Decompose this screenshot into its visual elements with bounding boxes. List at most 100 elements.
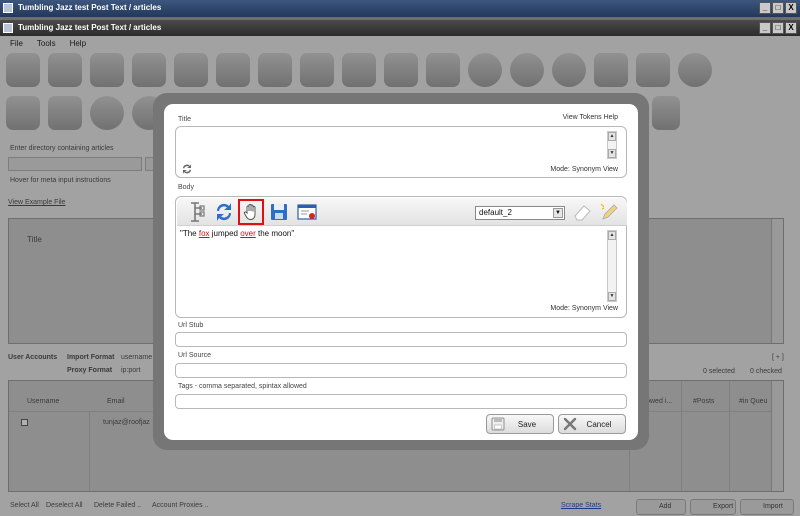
col-posts: #Posts (693, 398, 715, 405)
import-button[interactable]: Import (740, 499, 794, 515)
view-tokens-help-link[interactable]: View Tokens Help (563, 114, 618, 121)
inner-window-controls: _ □ X (759, 22, 797, 34)
circle-icon[interactable] (468, 53, 502, 87)
scroll-down-button[interactable]: ▼ (608, 292, 616, 301)
spinner-tool-icon[interactable] (185, 200, 209, 224)
hand-tool-button[interactable] (238, 199, 264, 225)
title-mode-text[interactable]: Mode: Synonym View (550, 166, 618, 173)
refresh-icon[interactable] (181, 163, 193, 175)
link-icon[interactable] (342, 53, 376, 87)
row-checkbox[interactable] (21, 419, 28, 426)
scrape-stats-link[interactable]: Scrape Stats (561, 502, 601, 509)
scroll-up-button[interactable]: ▲ (608, 132, 616, 141)
app-icon (3, 23, 13, 33)
video-rss-icon[interactable] (258, 53, 292, 87)
cycle-icon[interactable] (678, 53, 712, 87)
import-format-value: username (121, 354, 153, 361)
reblog-icon[interactable] (426, 53, 460, 87)
scroll-down-button[interactable]: ▼ (608, 149, 616, 158)
outer-window-title: Tumbling Jazz test Post Text / articles (18, 3, 162, 12)
menu-help[interactable]: Help (70, 39, 86, 48)
minimize-button[interactable]: _ (759, 2, 771, 14)
spin-word-fox[interactable]: fox (199, 229, 210, 238)
spin-word-over[interactable]: over (240, 229, 256, 238)
pencil-icon[interactable] (598, 200, 622, 224)
tags-input[interactable] (175, 394, 627, 409)
view-example-link[interactable]: View Example File (8, 199, 65, 206)
hover-hint: Hover for meta input instructions (10, 177, 111, 184)
url-stub-input[interactable] (175, 332, 627, 347)
delete-failed-link[interactable]: Delete Failed .. (94, 502, 141, 509)
eraser-icon[interactable] (571, 200, 595, 224)
body-text-segment: jumped (209, 229, 241, 238)
account-proxies-link[interactable]: Account Proxies .. (152, 502, 208, 509)
col-queue: #in Queu (739, 398, 768, 405)
dir-input[interactable] (8, 157, 142, 171)
accounts-scrollbar[interactable] (771, 381, 783, 491)
title-scrollbar[interactable]: ▲ ▼ (607, 131, 617, 159)
sync-icon[interactable] (212, 200, 236, 224)
add-button[interactable]: Add (636, 499, 686, 515)
board-icon[interactable] (6, 53, 40, 87)
proxy-format-label: Proxy Format (67, 367, 113, 374)
cancel-button[interactable]: Cancel (558, 414, 626, 434)
menu-tools[interactable]: Tools (37, 39, 56, 48)
row-email: tunjaz@roofjaz (103, 419, 150, 426)
grid-divider (89, 411, 90, 491)
grid-divider (729, 381, 730, 491)
user-remove-icon[interactable] (552, 53, 586, 87)
body-editor[interactable]: default_2 ▼ "The fox jumped over the moo… (175, 196, 627, 318)
close-button[interactable]: X (785, 22, 797, 34)
body-label: Body (178, 184, 194, 191)
body-mode-text[interactable]: Mode: Synonym View (550, 305, 618, 312)
toolbar-row-2 (6, 96, 166, 130)
heart-image-icon[interactable] (48, 96, 82, 130)
body-toolbar: default_2 ▼ (177, 198, 627, 226)
inner-window-titlebar: Tumbling Jazz test Post Text / articles … (0, 20, 800, 36)
checked-count: 0 checked (750, 368, 782, 375)
clapper-icon[interactable] (216, 53, 250, 87)
proxy-format-value: ip:port (121, 367, 141, 374)
image-rss-icon[interactable] (132, 53, 166, 87)
url-source-input[interactable] (175, 363, 627, 378)
cloud-icon[interactable] (300, 53, 334, 87)
heart-remove-icon[interactable] (636, 53, 670, 87)
chevron-down-icon[interactable]: ▼ (553, 208, 563, 218)
export-button[interactable]: Export (690, 499, 736, 515)
save-button[interactable]: Save (486, 414, 554, 434)
col-username: Username (27, 398, 60, 405)
minimize-button[interactable]: _ (759, 22, 771, 34)
robot-icon[interactable] (652, 96, 680, 130)
link-rss-icon[interactable] (384, 53, 418, 87)
grid-title-header: Title (27, 235, 42, 244)
user-accounts-label: User Accounts (8, 354, 58, 361)
maximize-button[interactable]: □ (772, 22, 784, 34)
rss-icon[interactable] (48, 53, 82, 87)
close-button[interactable]: X (785, 2, 797, 14)
deselect-all-link[interactable]: Deselect All (46, 502, 83, 509)
tags-label: Tags - comma separated, spintax allowed (178, 383, 307, 390)
select-all-link[interactable]: Select All (10, 502, 39, 509)
title-editor[interactable]: ▲ ▼ Mode: Synonym View (175, 126, 627, 178)
body-text-segment: "The (180, 229, 199, 238)
menu-file[interactable]: File (10, 39, 23, 48)
body-text[interactable]: "The fox jumped over the moon" (180, 229, 294, 238)
image-icon[interactable] (90, 53, 124, 87)
users-icon[interactable] (90, 96, 124, 130)
grid-scrollbar[interactable] (771, 219, 783, 343)
save-icon[interactable] (267, 200, 291, 224)
save-label: Save (517, 420, 537, 429)
heart-icon[interactable] (594, 53, 628, 87)
window-close-icon[interactable] (295, 200, 319, 224)
youtube-icon[interactable] (174, 53, 208, 87)
body-scrollbar[interactable]: ▲ ▼ (607, 230, 617, 302)
spinner-select[interactable]: default_2 ▼ (475, 206, 565, 220)
selected-count: 0 selected (703, 368, 735, 375)
maximize-button[interactable]: □ (772, 2, 784, 14)
expand-toggle[interactable]: [ + ] (772, 354, 784, 361)
toolbar-row-1 (6, 53, 712, 87)
hand-icon (243, 204, 256, 220)
user-icon[interactable] (510, 53, 544, 87)
chart-icon[interactable] (6, 96, 40, 130)
scroll-up-button[interactable]: ▲ (608, 231, 616, 240)
